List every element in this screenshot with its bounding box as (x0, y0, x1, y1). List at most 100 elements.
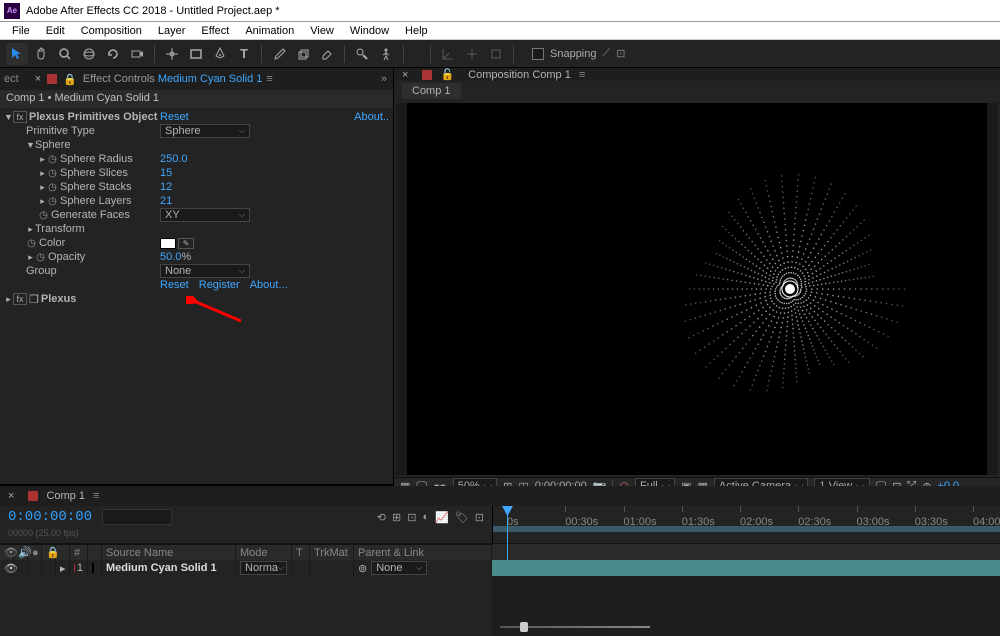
menu-effect[interactable]: Effect (193, 25, 237, 37)
stopwatch-icon[interactable]: ◷ (38, 210, 49, 221)
color-swatch[interactable] (160, 238, 176, 249)
selection-tool-icon[interactable] (6, 43, 28, 65)
layer-row[interactable]: 👁 ▸ 1 Medium Cyan Solid 1 Norma⌵ ⊚None⌵ (0, 560, 492, 576)
sphere-stacks-value[interactable]: 12 (160, 181, 172, 193)
menu-layer[interactable]: Layer (150, 25, 194, 37)
twirl-icon[interactable]: ▸ (38, 168, 47, 179)
twirl-icon[interactable]: ▸ (38, 182, 47, 193)
twirl-icon[interactable]: ▸ (26, 252, 35, 263)
menu-window[interactable]: Window (342, 25, 397, 37)
menu-edit[interactable]: Edit (38, 25, 73, 37)
twirl-icon[interactable]: ▸ (38, 196, 47, 207)
register-link[interactable]: Register (199, 279, 240, 291)
menu-animation[interactable]: Animation (237, 25, 302, 37)
tag-icon[interactable]: 🏷 (455, 511, 469, 524)
tab-close-icon[interactable]: × (8, 490, 14, 502)
stopwatch-icon[interactable]: ◷ (26, 238, 37, 249)
primitive-type-dropdown[interactable]: Sphere⌵ (160, 124, 250, 138)
dr-icon[interactable]: ⊞ (392, 511, 401, 524)
twirl-icon[interactable]: ▼ (4, 112, 13, 122)
rotate-tool-icon[interactable] (102, 43, 124, 65)
camera-tool-icon[interactable] (126, 43, 148, 65)
menu-composition[interactable]: Composition (73, 25, 150, 37)
col-trkmat[interactable]: TrkMat (314, 547, 348, 559)
col-t[interactable]: T (296, 547, 303, 559)
pen-tool-icon[interactable] (209, 43, 231, 65)
panel-layer-name[interactable]: Medium Cyan Solid 1 (158, 73, 263, 85)
twirl-icon[interactable]: ▸ (60, 562, 66, 575)
menu-file[interactable]: File (4, 25, 38, 37)
mb-icon[interactable]: ◐ (422, 511, 429, 524)
layer-mode-dropdown[interactable]: Norma⌵ (240, 561, 287, 575)
clone-tool-icon[interactable] (292, 43, 314, 65)
text-tool-icon[interactable]: T (233, 43, 255, 65)
layer-name[interactable]: Medium Cyan Solid 1 (106, 562, 217, 574)
panel-menu-icon[interactable]: » (381, 73, 387, 85)
effect-name[interactable]: Plexus Primitives Object (29, 111, 157, 123)
timeline-tab[interactable]: Comp 1 (46, 490, 85, 502)
layer-bar[interactable] (492, 560, 1000, 576)
layer-color-swatch[interactable] (92, 563, 94, 573)
anchor-tool-icon[interactable] (161, 43, 183, 65)
lock-icon[interactable]: 🔓 (440, 68, 454, 81)
sphere-radius-value[interactable]: 250.0 (160, 153, 188, 165)
axis-tool-icon[interactable] (437, 43, 459, 65)
twirl-icon[interactable]: ▸ (26, 224, 35, 235)
graph-icon[interactable]: 📈 (435, 511, 449, 524)
menu-help[interactable]: Help (397, 25, 436, 37)
about-link[interactable]: About.. (354, 111, 389, 123)
playhead[interactable] (507, 506, 508, 566)
menu-view[interactable]: View (302, 25, 342, 37)
effect-name-plexus[interactable]: Plexus (41, 293, 76, 305)
group-dropdown[interactable]: None⌵ (160, 264, 250, 278)
col-parent[interactable]: Parent & Link (358, 547, 424, 559)
pickwhip-icon[interactable]: ⊚ (358, 562, 367, 575)
twirl-icon[interactable]: ▸ (4, 294, 13, 305)
brush-tool-icon[interactable] (268, 43, 290, 65)
tab-close-icon[interactable]: × (35, 73, 41, 85)
stopwatch-icon[interactable]: ◷ (47, 154, 58, 165)
fb-icon[interactable]: ⊡ (407, 511, 416, 524)
orbit-tool-icon[interactable] (78, 43, 100, 65)
time-ruler[interactable]: 0s00:30s01:00s01:30s02:00s02:30s03:00s03… (493, 506, 1000, 532)
col-source[interactable]: Source Name (106, 547, 173, 559)
opt-icon[interactable]: ⊡ (475, 511, 484, 524)
stopwatch-icon[interactable]: ◷ (47, 182, 58, 193)
about-link-2[interactable]: About... (250, 279, 288, 291)
fx-icon[interactable]: fx (13, 111, 27, 123)
comp-viewer[interactable] (396, 103, 998, 475)
puppet-tool-icon[interactable] (375, 43, 397, 65)
axis2-tool-icon[interactable] (461, 43, 483, 65)
current-time[interactable]: 0:00:00:00 (8, 509, 92, 525)
comp-tab-label[interactable]: Composition Comp 1 (468, 69, 571, 81)
col-mode[interactable]: Mode (240, 547, 268, 559)
snap-opt-icon[interactable]: ⟋ (603, 47, 611, 60)
eraser-tool-icon[interactable] (316, 43, 338, 65)
opacity-value[interactable]: 50.0 (160, 251, 181, 263)
twirl-icon[interactable]: ▸ (38, 154, 47, 165)
work-area-bar[interactable] (493, 526, 1000, 532)
snapping-checkbox[interactable] (532, 48, 544, 60)
zoom-slider[interactable] (500, 622, 650, 632)
tab-close-icon[interactable]: × (402, 69, 408, 81)
reset-link[interactable]: Reset (160, 111, 189, 123)
fx-icon[interactable]: fx (13, 293, 27, 305)
hand-tool-icon[interactable] (30, 43, 52, 65)
sphere-slices-value[interactable]: 15 (160, 167, 172, 179)
roto-tool-icon[interactable] (351, 43, 373, 65)
sphere-layers-value[interactable]: 21 (160, 195, 172, 207)
snap-opt2-icon[interactable]: ⊡ (616, 47, 625, 60)
eyedropper-icon[interactable]: ✎ (178, 238, 194, 249)
rect-tool-icon[interactable] (185, 43, 207, 65)
stopwatch-icon[interactable]: ◷ (35, 252, 46, 263)
comp-crumb[interactable]: Comp 1 (402, 83, 461, 99)
generate-faces-dropdown[interactable]: XY⌵ (160, 208, 250, 222)
zoom-tool-icon[interactable] (54, 43, 76, 65)
timeline-search-input[interactable] (102, 509, 172, 525)
axis3-tool-icon[interactable] (485, 43, 507, 65)
stopwatch-icon[interactable]: ◷ (47, 196, 58, 207)
parent-dropdown[interactable]: None⌵ (371, 561, 427, 575)
stopwatch-icon[interactable]: ◷ (47, 168, 58, 179)
shy-icon[interactable]: ⟲ (377, 511, 386, 524)
twirl-icon[interactable]: ▼ (26, 140, 35, 150)
